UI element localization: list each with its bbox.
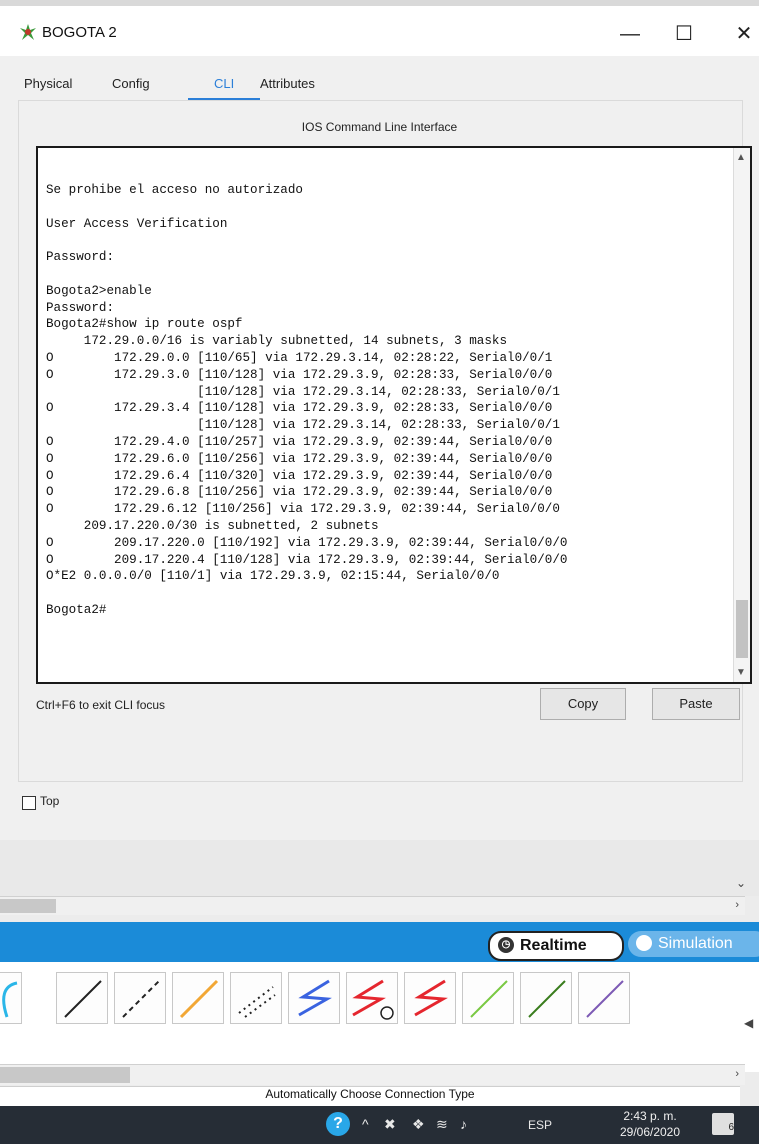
time-text: 2:43 p. m. xyxy=(623,1109,677,1123)
realtime-button[interactable]: ◷ Realtime xyxy=(488,931,624,961)
connection-type-status: Automatically Choose Connection Type xyxy=(0,1086,740,1107)
notification-count: 6 xyxy=(728,1122,734,1133)
serial-dce-tool[interactable] xyxy=(404,972,456,1024)
serial-dte-icon xyxy=(298,979,332,1017)
paste-button[interactable]: Paste xyxy=(652,688,740,720)
simulation-icon xyxy=(636,935,652,951)
cli-scrollbar[interactable]: ▲ ▼ xyxy=(733,148,750,682)
fiber-icon xyxy=(179,979,219,1019)
language-indicator[interactable]: ESP xyxy=(528,1118,552,1132)
top-checkbox-label: Top xyxy=(40,794,60,808)
copy-button[interactable]: Copy xyxy=(540,688,626,720)
serial-dce-clock-tool[interactable] xyxy=(346,972,398,1024)
top-checkbox[interactable] xyxy=(22,796,36,810)
octal-cable-tool[interactable] xyxy=(462,972,514,1024)
title-bar[interactable]: BOGOTA 2 — ☐ ✕ xyxy=(0,6,759,56)
fiber-tool[interactable] xyxy=(172,972,224,1024)
window-title: BOGOTA 2 xyxy=(42,24,117,41)
router-app-icon xyxy=(20,24,36,40)
console-cable-icon xyxy=(2,981,18,1018)
scroll-right-icon[interactable]: › xyxy=(735,899,739,911)
toolbar-hscroll-thumb[interactable] xyxy=(0,1067,130,1083)
date-text: 29/06/2020 xyxy=(619,1125,681,1139)
cli-output[interactable]: Se prohibe el acceso no autorizado User … xyxy=(46,182,567,619)
usb-cable-tool[interactable] xyxy=(578,972,630,1024)
iot-cable-icon xyxy=(528,980,566,1018)
notifications-icon[interactable]: 6 xyxy=(712,1113,734,1135)
tab-bar: Physical Config CLI Attributes xyxy=(18,70,738,102)
phone-cable-tool[interactable] xyxy=(230,972,282,1024)
workspace-hscrollbar[interactable]: › xyxy=(0,896,745,915)
connection-toolbar xyxy=(0,962,759,1072)
close-button[interactable]: ✕ xyxy=(724,16,759,52)
copper-straight-tool[interactable] xyxy=(56,972,108,1024)
phone-cable-icon xyxy=(238,986,276,1018)
clock[interactable]: 2:43 p. m. 29/06/2020 xyxy=(600,1108,700,1140)
dropbox-icon[interactable]: ❖ xyxy=(412,1116,425,1133)
volume-icon[interactable]: ♪ xyxy=(460,1116,467,1132)
toolbar-scroll-right-icon[interactable]: › xyxy=(735,1068,739,1080)
serial-dce-clock-icon xyxy=(352,979,394,1020)
tab-attributes[interactable]: Attributes xyxy=(260,76,315,91)
wifi-icon[interactable]: ≋ xyxy=(436,1116,448,1133)
tab-cli[interactable]: CLI xyxy=(214,76,234,91)
network-error-icon[interactable]: ✖ xyxy=(384,1116,396,1133)
copper-cross-icon xyxy=(122,980,160,1018)
simulation-label: Simulation xyxy=(658,935,733,952)
cli-terminal[interactable]: Se prohibe el acceso no autorizado User … xyxy=(36,146,752,684)
tab-physical[interactable]: Physical xyxy=(24,76,72,91)
device-window: BOGOTA 2 — ☐ ✕ Physical Config CLI Attri… xyxy=(0,0,759,840)
copper-straight-icon xyxy=(64,980,102,1018)
realtime-label: Realtime xyxy=(520,937,587,954)
maximize-button[interactable]: ☐ xyxy=(664,16,704,52)
serial-dce-icon xyxy=(414,979,448,1017)
iot-cable-tool[interactable] xyxy=(520,972,572,1024)
copper-cross-tool[interactable] xyxy=(114,972,166,1024)
minimize-button[interactable]: — xyxy=(610,16,650,52)
workspace-hscroll-thumb[interactable] xyxy=(0,899,56,913)
toolbar-hscrollbar[interactable]: › xyxy=(0,1064,745,1085)
workspace-area xyxy=(0,840,759,896)
console-cable-tool[interactable] xyxy=(0,972,22,1024)
panel-title: IOS Command Line Interface xyxy=(301,120,458,134)
clock-icon: ◷ xyxy=(498,937,514,953)
scrollbar-thumb[interactable] xyxy=(736,600,748,658)
scroll-down-icon[interactable]: ▼ xyxy=(736,667,746,678)
tab-config[interactable]: Config xyxy=(112,76,150,91)
serial-dte-tool[interactable] xyxy=(288,972,340,1024)
octal-cable-icon xyxy=(470,980,508,1018)
simulation-button[interactable]: Simulation xyxy=(628,931,759,957)
scroll-left-icon[interactable]: ◀ xyxy=(744,1016,753,1030)
scroll-up-icon[interactable]: ▲ xyxy=(736,152,746,163)
scroll-down-chevron-icon[interactable]: ⌄ xyxy=(736,876,746,890)
cli-focus-hint: Ctrl+F6 to exit CLI focus xyxy=(36,698,166,712)
usb-cable-icon xyxy=(586,980,624,1018)
help-icon[interactable]: ? xyxy=(326,1112,350,1136)
chevron-up-icon[interactable]: ^ xyxy=(362,1116,369,1132)
